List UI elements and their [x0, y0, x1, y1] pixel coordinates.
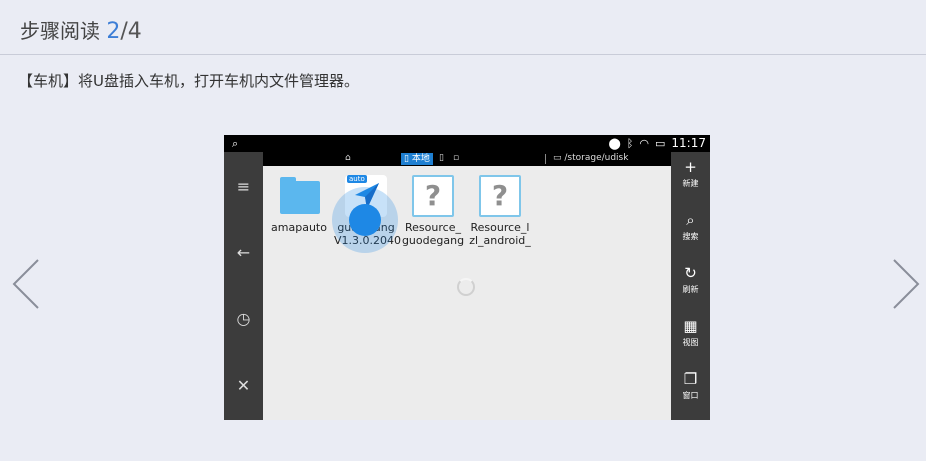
refresh-icon: ↻: [684, 264, 697, 282]
battery-icon: ▭: [655, 136, 666, 150]
device-icon[interactable]: ▯: [439, 153, 444, 163]
close-button[interactable]: ✕: [224, 371, 263, 401]
chevron-left-icon: [12, 259, 39, 309]
local-storage-label: 本地: [411, 154, 430, 164]
phone-icon: ▯: [404, 154, 409, 164]
file-name: Resource_: [405, 221, 461, 234]
sd-card-icon[interactable]: ▫: [453, 153, 459, 163]
page-header: 步骤阅读 2/4: [0, 0, 926, 55]
search-label: 搜索: [682, 232, 699, 241]
back-arrow-icon: ←: [236, 243, 251, 262]
refresh-label: 刷新: [682, 285, 699, 294]
search-icon: ⌕: [686, 211, 695, 229]
location-bar: ⌂ ▯ 本地 ▯ ▫ ▭ /storage/udisk: [263, 152, 671, 166]
location-icon: ⬤: [608, 136, 621, 150]
status-bar: ⌕ ⬤ ᛒ ◠ ▭ 11:17: [224, 135, 710, 152]
step-instruction: 【车机】将U盘插入车机，打开车机内文件管理器。: [18, 72, 359, 90]
status-time: 11:17: [671, 136, 706, 150]
view-label: 视图: [682, 338, 699, 347]
window-icon: ❐: [683, 370, 698, 388]
file-name-line2: zl_android_: [469, 234, 531, 247]
grid-icon: ▦: [683, 317, 698, 335]
previous-step-button[interactable]: [12, 258, 40, 310]
file-item-resource-lzl-android[interactable]: ? Resource_l zl_android_: [468, 175, 532, 247]
unknown-file-icon: ?: [479, 175, 521, 217]
current-path-text: /storage/udisk: [564, 153, 629, 163]
right-toolbar: + 新建 ⌕ 搜索 ↻ 刷新 ▦ 视图 ❐ 窗口: [671, 152, 710, 420]
local-storage-tab[interactable]: ▯ 本地: [401, 153, 433, 165]
window-button[interactable]: ❐ 窗口: [671, 368, 710, 412]
path-divider: [545, 154, 546, 164]
page-title: 步骤阅读 2/4: [20, 15, 142, 44]
menu-button[interactable]: ≡: [224, 172, 263, 202]
unknown-file-icon: ?: [412, 175, 454, 217]
current-path: ▭ /storage/udisk: [553, 153, 628, 163]
page-title-text: 步骤阅读: [20, 19, 100, 43]
file-name: Resource_l: [470, 221, 530, 234]
folder-icon: [278, 175, 320, 217]
back-button[interactable]: ←: [224, 238, 263, 268]
file-name: amapauto: [271, 221, 327, 234]
home-icon[interactable]: ⌂: [345, 153, 351, 163]
refresh-button[interactable]: ↻ 刷新: [671, 262, 710, 306]
wifi-icon: ◠: [639, 136, 649, 150]
plus-icon: +: [684, 158, 697, 176]
search-button[interactable]: ⌕ 搜索: [671, 209, 710, 253]
folder-small-icon: ▭: [553, 153, 562, 163]
chevron-right-icon: [893, 259, 920, 309]
close-icon: ✕: [236, 376, 251, 395]
file-name-line2: guodegang: [401, 234, 465, 247]
device-screenshot: ⌕ ⬤ ᛒ ◠ ▭ 11:17 ⌂ ▯ 本地 ▯ ▫ ▭ /storage/ud…: [224, 135, 710, 420]
status-icons: ⬤ ᛒ ◠ ▭ 11:17: [608, 136, 706, 150]
next-step-button[interactable]: [892, 258, 920, 310]
new-label: 新建: [682, 179, 699, 188]
left-toolbar: ≡ ← ◷ ✕: [224, 152, 263, 420]
view-button[interactable]: ▦ 视图: [671, 315, 710, 359]
recent-button[interactable]: ◷: [224, 304, 263, 334]
clock-icon: ◷: [236, 309, 251, 328]
step-separator: /: [120, 19, 128, 44]
bluetooth-icon: ᛒ: [626, 136, 634, 150]
file-item-amapauto[interactable]: amapauto: [267, 175, 331, 234]
step-total: 4: [127, 19, 142, 44]
search-icon: ⌕: [232, 137, 239, 150]
file-item-resource-guodegang[interactable]: ? Resource_ guodegang: [401, 175, 465, 247]
loading-spinner: [457, 278, 475, 296]
touch-indicator: [349, 204, 381, 236]
window-label: 窗口: [682, 391, 699, 400]
new-button[interactable]: + 新建: [671, 156, 710, 200]
menu-icon: ≡: [236, 177, 251, 196]
step-current: 2: [106, 19, 121, 44]
